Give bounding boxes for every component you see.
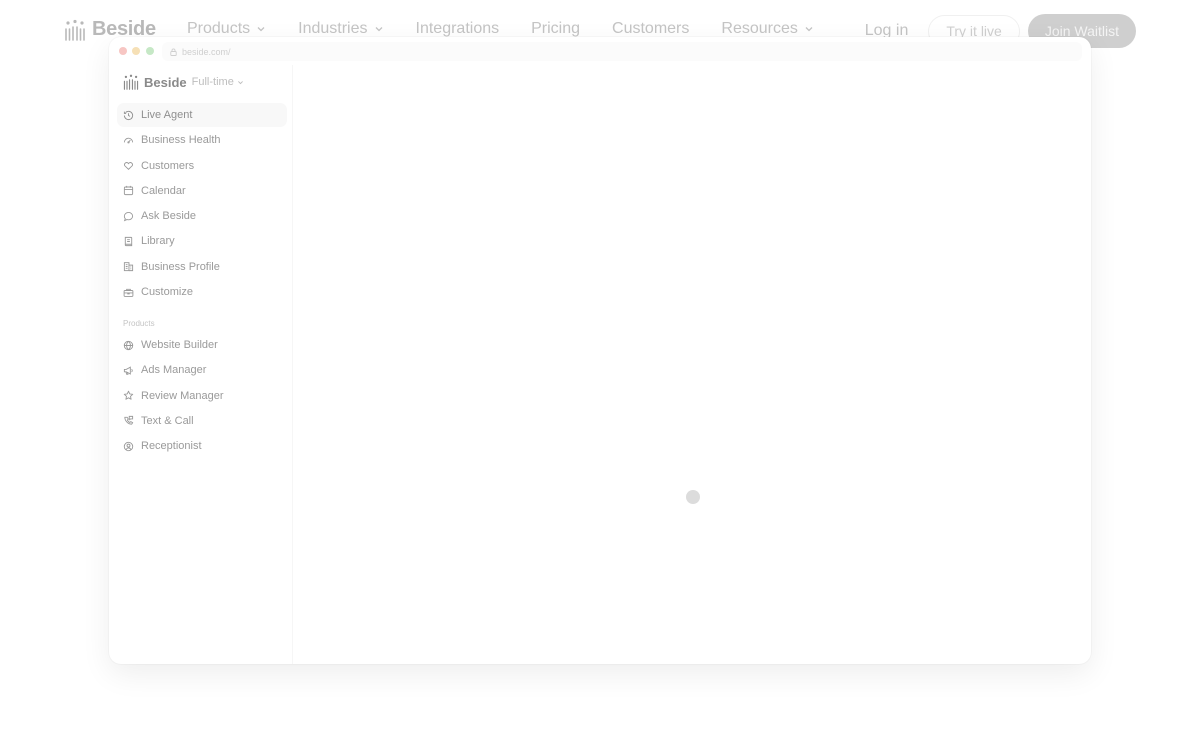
nav-industries[interactable]: Industries — [298, 20, 383, 38]
sidebar-item-business-profile[interactable]: Business Profile — [117, 255, 287, 279]
address-bar: beside.com/ — [162, 42, 1082, 61]
products-menu: Website Builder Ads Manager Review Manag… — [117, 333, 287, 459]
nav-resources-label: Resources — [721, 20, 798, 37]
close-window-dot — [119, 47, 127, 55]
sidebar-item-label: Live Agent — [141, 109, 193, 121]
nav-industries-label: Industries — [298, 20, 368, 37]
sidebar-item-website-builder[interactable]: Website Builder — [117, 333, 287, 357]
sidebar-item-calendar[interactable]: Calendar — [117, 179, 287, 203]
sidebar-item-label: Ads Manager — [141, 364, 207, 377]
chevron-down-icon — [257, 27, 265, 32]
app-preview-window: beside.com/ Beside Full-time Live Agent — [109, 37, 1091, 664]
sidebar-item-customers[interactable]: Customers — [117, 154, 287, 178]
nav-customers-label: Customers — [612, 20, 690, 37]
megaphone-icon — [123, 366, 133, 375]
sidebar-item-live-agent[interactable]: Live Agent — [117, 103, 287, 127]
sidebar-item-label: Receptionist — [141, 440, 202, 453]
workspace-name: Beside — [144, 74, 187, 90]
receptionist-icon — [123, 441, 134, 451]
nav-products-label: Products — [187, 20, 251, 37]
chevron-down-icon — [805, 27, 813, 32]
app-sidebar: Beside Full-time Live Agent Business Hea… — [109, 65, 293, 664]
sidebar-item-label: Text & Call — [141, 414, 194, 427]
main-nav: Products Industries Integrations Pricing… — [187, 20, 846, 38]
nav-products[interactable]: Products — [187, 20, 266, 38]
nav-customers[interactable]: Customers — [612, 20, 689, 38]
sidebar-item-label: Website Builder — [141, 339, 218, 351]
sidebar-item-text-and-call[interactable]: Text & Call — [117, 409, 287, 433]
loading-indicator — [686, 490, 700, 504]
maximize-window-dot — [146, 47, 154, 55]
gauge-icon — [123, 137, 134, 144]
sidebar-item-label: Customers — [141, 159, 195, 172]
sidebar-item-business-health[interactable]: Business Health — [117, 128, 287, 152]
beside-logo-icon — [123, 74, 139, 90]
chat-bubble-icon — [123, 211, 134, 222]
sidebar-item-label: Review Manager — [141, 389, 224, 402]
sidebar-item-ask-beside[interactable]: Ask Beside — [117, 204, 287, 228]
star-icon — [123, 390, 134, 400]
nav-pricing-label: Pricing — [531, 20, 581, 37]
lock-icon — [170, 48, 177, 56]
nav-integrations-label: Integrations — [415, 20, 500, 37]
sidebar-item-label: Business Health — [141, 134, 221, 147]
toolbox-icon — [123, 288, 134, 297]
beside-logo-icon — [65, 19, 85, 41]
sidebar-item-library[interactable]: Library — [117, 229, 287, 253]
globe-icon — [123, 340, 134, 350]
nav-resources[interactable]: Resources — [721, 20, 813, 38]
workspace-switcher[interactable]: Beside Full-time — [123, 74, 244, 90]
sidebar-menu: Live Agent Business Health Customers Cal… — [117, 103, 287, 305]
address-url: beside.com/ — [182, 46, 231, 57]
main-content — [293, 65, 1091, 664]
products-section-label: Products — [123, 319, 155, 328]
chevron-down-icon — [237, 80, 243, 84]
nav-integrations[interactable]: Integrations — [416, 20, 500, 38]
sidebar-item-label: Ask Beside — [141, 210, 197, 223]
history-icon — [123, 110, 134, 120]
sidebar-item-label: Customize — [141, 286, 193, 299]
calendar-icon — [123, 186, 134, 196]
browser-bar: beside.com/ — [109, 37, 1091, 65]
minimize-window-dot — [132, 47, 140, 55]
sidebar-item-label: Calendar — [141, 184, 186, 197]
building-icon — [123, 262, 134, 272]
sidebar-item-ads-manager[interactable]: Ads Manager — [117, 358, 287, 382]
nav-pricing[interactable]: Pricing — [531, 20, 580, 38]
heart-icon — [124, 162, 133, 171]
chevron-down-icon — [375, 27, 382, 32]
sidebar-item-customize[interactable]: Customize — [117, 280, 287, 304]
book-icon — [124, 236, 133, 247]
plan-selector[interactable]: Full-time — [192, 76, 244, 88]
sidebar-item-receptionist[interactable]: Receptionist — [117, 434, 287, 458]
sidebar-item-label: Business Profile — [141, 260, 220, 273]
sidebar-item-review-manager[interactable]: Review Manager — [117, 384, 287, 408]
plan-label: Full-time — [191, 76, 234, 88]
sidebar-item-label: Library — [141, 235, 175, 248]
phone-chat-icon — [124, 416, 134, 426]
